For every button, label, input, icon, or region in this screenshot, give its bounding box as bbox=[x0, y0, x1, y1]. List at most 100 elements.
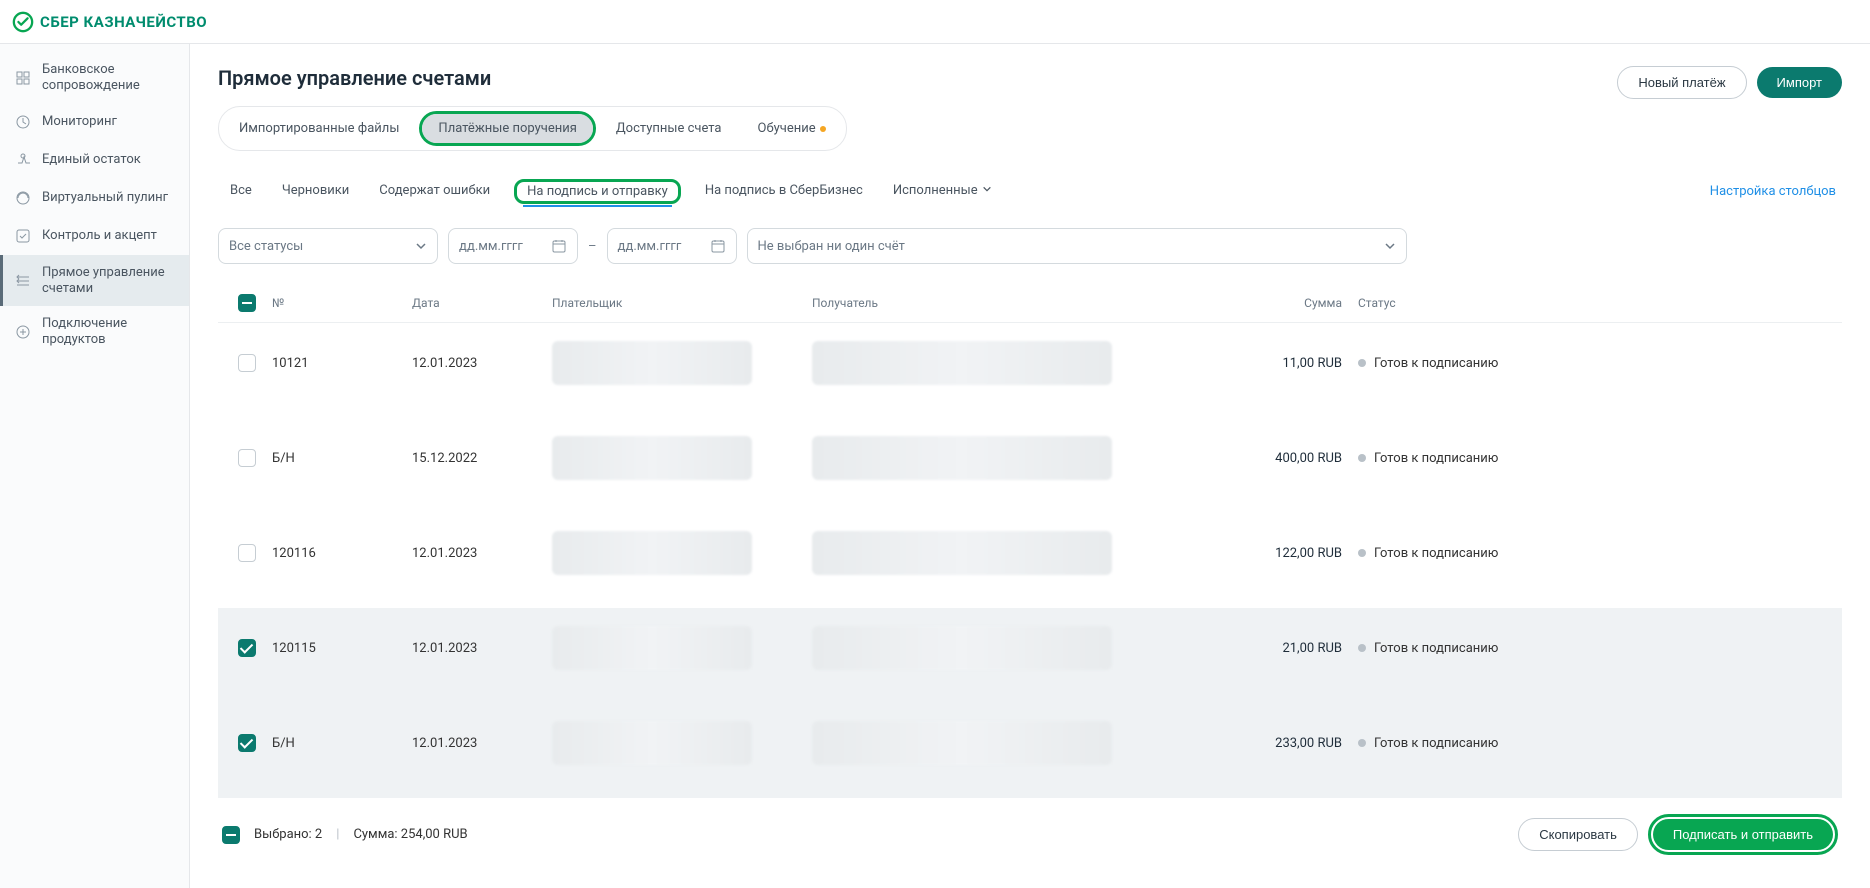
table-row[interactable]: Б/Н12.01.2023233,00 RUBГотов к подписани… bbox=[218, 703, 1842, 798]
row-status: Готов к подписанию bbox=[1342, 736, 1542, 751]
row-status: Готов к подписанию bbox=[1342, 546, 1542, 561]
row-amount: 11,00 RUB bbox=[1222, 356, 1342, 371]
chevron-down-icon bbox=[1384, 240, 1396, 252]
row-checkbox[interactable] bbox=[238, 544, 256, 562]
sidebar-item-4[interactable]: Контроль и акцепт bbox=[0, 217, 189, 255]
row-amount: 21,00 RUB bbox=[1222, 641, 1342, 656]
account-filter-select[interactable]: Не выбран ни один счёт bbox=[747, 228, 1407, 264]
sidebar: Банковское сопровождение Мониторинг Единый… bbox=[0, 44, 190, 888]
import-button[interactable]: Импорт bbox=[1757, 67, 1842, 98]
chevron-down-icon bbox=[982, 184, 992, 194]
sidebar-item-label: Прямое управление счетами bbox=[42, 265, 175, 296]
row-num: 10121 bbox=[272, 356, 412, 371]
status-filter-select[interactable]: Все статусы bbox=[218, 228, 438, 264]
filters-row: Все статусы дд.мм.гггг – дд.мм.гггг Не в… bbox=[218, 228, 1842, 264]
col-header-date: Дата bbox=[412, 296, 552, 310]
calendar-icon bbox=[551, 238, 567, 254]
subtabs: Все Черновики Содержат ошибки На подпись и … bbox=[218, 173, 1842, 210]
date-to-input[interactable]: дд.мм.гггг bbox=[607, 228, 737, 264]
row-payer-redacted bbox=[552, 341, 752, 385]
sidebar-icon bbox=[14, 227, 32, 245]
sidebar-icon bbox=[14, 189, 32, 207]
sidebar-icon bbox=[14, 323, 32, 341]
payments-table: № Дата Плательщик Получатель Сумма Стату… bbox=[218, 284, 1842, 798]
chevron-down-icon bbox=[415, 240, 427, 252]
selection-count: Выбрано: 2 bbox=[254, 827, 322, 842]
row-date: 12.01.2023 bbox=[412, 356, 552, 371]
sidebar-item-6[interactable]: Подключение продуктов bbox=[0, 306, 189, 357]
row-checkbox[interactable] bbox=[238, 449, 256, 467]
sidebar-item-label: Подключение продуктов bbox=[42, 316, 175, 347]
row-recv-redacted bbox=[812, 531, 1112, 575]
copy-button[interactable]: Скопировать bbox=[1518, 818, 1638, 851]
row-status: Готов к подписанию bbox=[1342, 356, 1542, 371]
selection-separator: | bbox=[336, 827, 339, 842]
subtab-5[interactable]: Исполненные bbox=[887, 173, 998, 210]
sidebar-icon bbox=[14, 69, 32, 87]
row-status: Готов к подписанию bbox=[1342, 641, 1542, 656]
row-checkbox[interactable] bbox=[238, 639, 256, 657]
sidebar-item-label: Банковское сопровождение bbox=[42, 62, 175, 93]
col-header-recv: Получатель bbox=[812, 296, 1222, 310]
pill-tab-3[interactable]: Обучение bbox=[742, 111, 842, 146]
row-recv-redacted bbox=[812, 626, 1112, 670]
table-row[interactable]: 12011612.01.2023 122,00 RUBГотов к подпис… bbox=[218, 513, 1842, 608]
date-range-dash: – bbox=[588, 239, 597, 254]
select-all-checkbox[interactable] bbox=[238, 294, 256, 312]
row-checkbox[interactable] bbox=[238, 734, 256, 752]
selection-bar: Выбрано: 2 | Сумма: 254,00 RUB Скопирова… bbox=[218, 802, 1842, 867]
pill-tabs: Импортированные файлыПлатёжные поручения… bbox=[218, 106, 847, 151]
status-dot-icon bbox=[1358, 739, 1366, 747]
sidebar-item-label: Виртуальный пулинг bbox=[42, 190, 168, 206]
pill-tab-0[interactable]: Импортированные файлы bbox=[223, 111, 415, 146]
row-amount: 122,00 RUB bbox=[1222, 546, 1342, 561]
row-payer-redacted bbox=[552, 436, 752, 480]
subtab-4[interactable]: На подпись в СберБизнес bbox=[699, 173, 869, 210]
selection-checkbox[interactable] bbox=[222, 826, 240, 844]
subtab-0[interactable]: Все bbox=[224, 173, 258, 210]
sign-send-button[interactable]: Подписать и отправить bbox=[1653, 819, 1833, 850]
subtab-highlight: На подпись и отправку bbox=[514, 179, 681, 204]
table-row[interactable]: Б/Н15.12.2022400,00 RUBГотов к подписани… bbox=[218, 418, 1842, 513]
col-header-payer: Плательщик bbox=[552, 296, 812, 310]
topbar: СБЕР КАЗНАЧЕЙСТВО bbox=[0, 0, 1870, 44]
sidebar-item-0[interactable]: Банковское сопровождение bbox=[0, 52, 189, 103]
row-num: 120115 bbox=[272, 641, 412, 656]
row-recv-redacted bbox=[812, 721, 1112, 765]
sidebar-item-label: Мониторинг bbox=[42, 114, 117, 130]
columns-settings-link[interactable]: Настройка столбцов bbox=[1710, 184, 1836, 199]
page-title: Прямое управление счетами bbox=[218, 66, 847, 90]
row-num: 120116 bbox=[272, 546, 412, 561]
sidebar-item-label: Единый остаток bbox=[42, 152, 141, 168]
row-num: Б/Н bbox=[272, 736, 412, 751]
pill-tab-1[interactable]: Платёжные поручения bbox=[422, 114, 592, 143]
date-from-placeholder: дд.мм.гггг bbox=[459, 239, 523, 254]
sidebar-item-3[interactable]: Виртуальный пулинг bbox=[0, 179, 189, 217]
col-header-status: Статус bbox=[1342, 296, 1542, 310]
main: Прямое управление счетами Импортированны… bbox=[190, 44, 1870, 888]
sidebar-item-5[interactable]: Прямое управление счетами bbox=[0, 255, 189, 306]
table-header: № Дата Плательщик Получатель Сумма Стату… bbox=[218, 284, 1842, 323]
row-checkbox[interactable] bbox=[238, 354, 256, 372]
new-payment-button[interactable]: Новый платёж bbox=[1617, 66, 1746, 99]
row-payer-redacted bbox=[552, 721, 752, 765]
table-row[interactable]: 12011512.01.202321,00 RUBГотов к подписа… bbox=[218, 608, 1842, 703]
sidebar-icon bbox=[14, 113, 32, 131]
row-date: 12.01.2023 bbox=[412, 546, 552, 561]
subtab-3[interactable]: На подпись и отправку bbox=[523, 178, 672, 207]
subtab-1[interactable]: Черновики bbox=[276, 173, 355, 210]
date-from-input[interactable]: дд.мм.гггг bbox=[448, 228, 578, 264]
selection-sum: Сумма: 254,00 RUB bbox=[353, 827, 467, 842]
row-date: 12.01.2023 bbox=[412, 736, 552, 751]
status-dot-icon bbox=[1358, 549, 1366, 557]
sidebar-item-1[interactable]: Мониторинг bbox=[0, 103, 189, 141]
table-row[interactable]: 1012112.01.2023 11,00 RUBГотов к подписан… bbox=[218, 323, 1842, 418]
pill-highlight: Платёжные поручения bbox=[419, 111, 595, 146]
row-num: Б/Н bbox=[272, 451, 412, 466]
subtab-2[interactable]: Содержат ошибки bbox=[373, 173, 496, 210]
pill-tab-2[interactable]: Доступные счета bbox=[600, 111, 738, 146]
col-header-amount: Сумма bbox=[1222, 296, 1342, 310]
sidebar-item-2[interactable]: Единый остаток bbox=[0, 141, 189, 179]
row-status: Готов к подписанию bbox=[1342, 451, 1542, 466]
logo-text: СБЕР КАЗНАЧЕЙСТВО bbox=[40, 13, 207, 31]
